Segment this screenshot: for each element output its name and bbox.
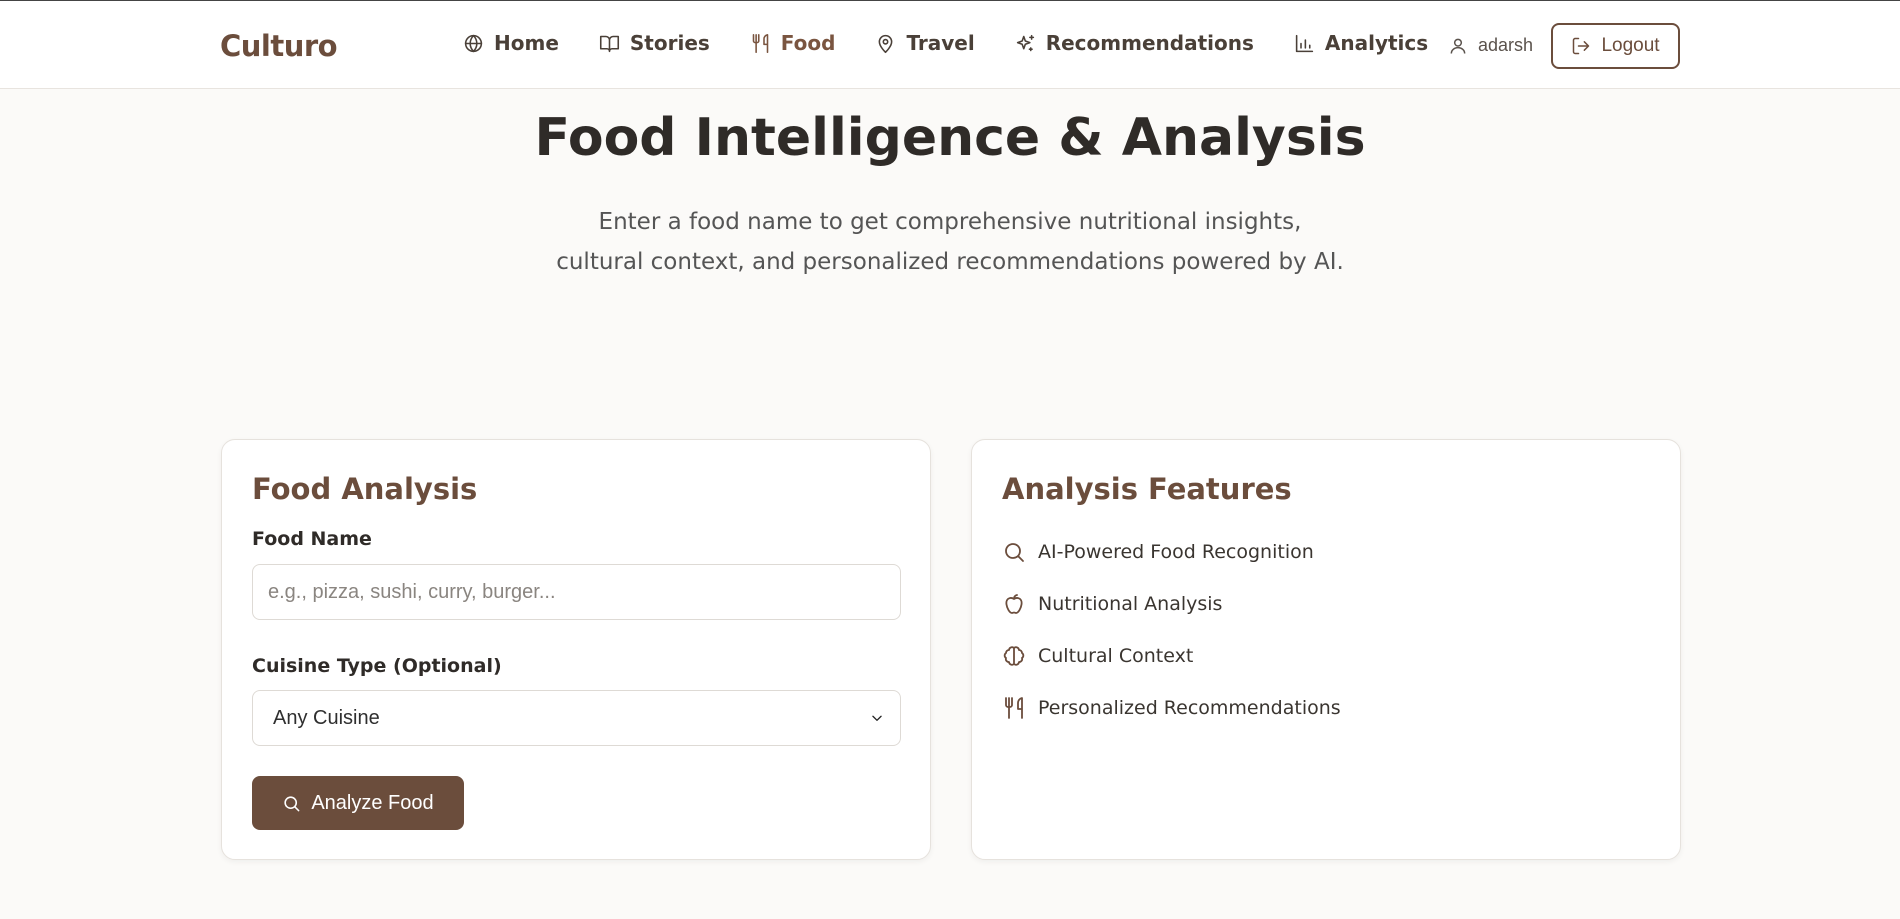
logout-button[interactable]: Logout: [1551, 23, 1680, 69]
cuisine-type-select[interactable]: Any Cuisine: [252, 690, 901, 746]
brand-logo[interactable]: Culturo: [220, 29, 338, 63]
top-navbar: Culturo Home Stories Food Travel Recomme…: [0, 1, 1900, 89]
nav-item-travel[interactable]: Travel: [875, 31, 975, 55]
analysis-features-card: Analysis Features AI-Powered Food Recogn…: [971, 439, 1681, 860]
user-icon: [1450, 38, 1466, 54]
sparkles-icon: [1016, 34, 1034, 51]
book-icon: [599, 35, 619, 52]
bar-chart-icon: [1295, 34, 1314, 52]
subtitle-line-1: Enter a food name to get comprehensive n…: [598, 209, 1302, 235]
analysis-features-title: Analysis Features: [1002, 472, 1292, 506]
cuisine-selected-value: Any Cuisine: [273, 706, 380, 729]
nav-label-food: Food: [780, 31, 836, 55]
user-info: adarsh: [1448, 35, 1533, 56]
food-name-input[interactable]: [252, 564, 901, 620]
utensils-icon: [1005, 697, 1023, 719]
feature-item: Nutritional Analysis: [1002, 578, 1341, 630]
logout-label: Logout: [1601, 35, 1660, 56]
analyze-food-button[interactable]: Analyze Food: [252, 776, 464, 830]
main-nav: Home Stories Food Travel Recommendations…: [463, 31, 1468, 55]
nav-label-travel: Travel: [906, 31, 975, 55]
chevron-down-icon: [872, 715, 882, 721]
feature-label: Cultural Context: [1038, 645, 1194, 667]
nav-label-analytics: Analytics: [1324, 31, 1429, 55]
search-icon: [1005, 543, 1024, 562]
nav-item-stories[interactable]: Stories: [599, 31, 710, 55]
nav-label-recommendations: Recommendations: [1045, 31, 1254, 55]
features-list: AI-Powered Food Recognition Nutritional …: [1002, 526, 1341, 734]
brain-icon: [1003, 646, 1025, 666]
map-pin-icon: [879, 34, 893, 53]
globe-icon: [464, 34, 483, 52]
nav-label-home: Home: [494, 31, 559, 55]
food-name-label: Food Name: [252, 528, 372, 550]
food-analysis-title: Food Analysis: [252, 472, 478, 506]
page-subtitle: Enter a food name to get comprehensive n…: [500, 202, 1400, 282]
nav-item-analytics[interactable]: Analytics: [1294, 31, 1428, 55]
utensils-icon: [752, 33, 769, 53]
search-icon: [284, 795, 300, 811]
feature-item: AI-Powered Food Recognition: [1002, 526, 1341, 578]
feature-item: Cultural Context: [1002, 630, 1341, 682]
nav-item-recommendations[interactable]: Recommendations: [1015, 31, 1254, 55]
feature-item: Personalized Recommendations: [1002, 682, 1341, 734]
feature-label: Nutritional Analysis: [1038, 593, 1223, 615]
cuisine-type-label: Cuisine Type (Optional): [252, 655, 502, 677]
nav-item-home[interactable]: Home: [463, 31, 559, 55]
feature-label: Personalized Recommendations: [1038, 697, 1341, 719]
feature-label: AI-Powered Food Recognition: [1038, 541, 1314, 563]
food-analysis-card: Food Analysis Food Name Cuisine Type (Op…: [221, 439, 931, 860]
username: adarsh: [1478, 35, 1534, 55]
page-title: Food Intelligence & Analysis: [534, 108, 1366, 168]
analyze-food-label: Analyze Food: [311, 791, 434, 814]
apple-icon: [1005, 594, 1023, 614]
logout-icon: [1573, 37, 1590, 55]
subtitle-line-2: cultural context, and personalized recom…: [556, 249, 1344, 275]
nav-item-food[interactable]: Food: [750, 31, 836, 55]
nav-label-stories: Stories: [629, 31, 710, 55]
